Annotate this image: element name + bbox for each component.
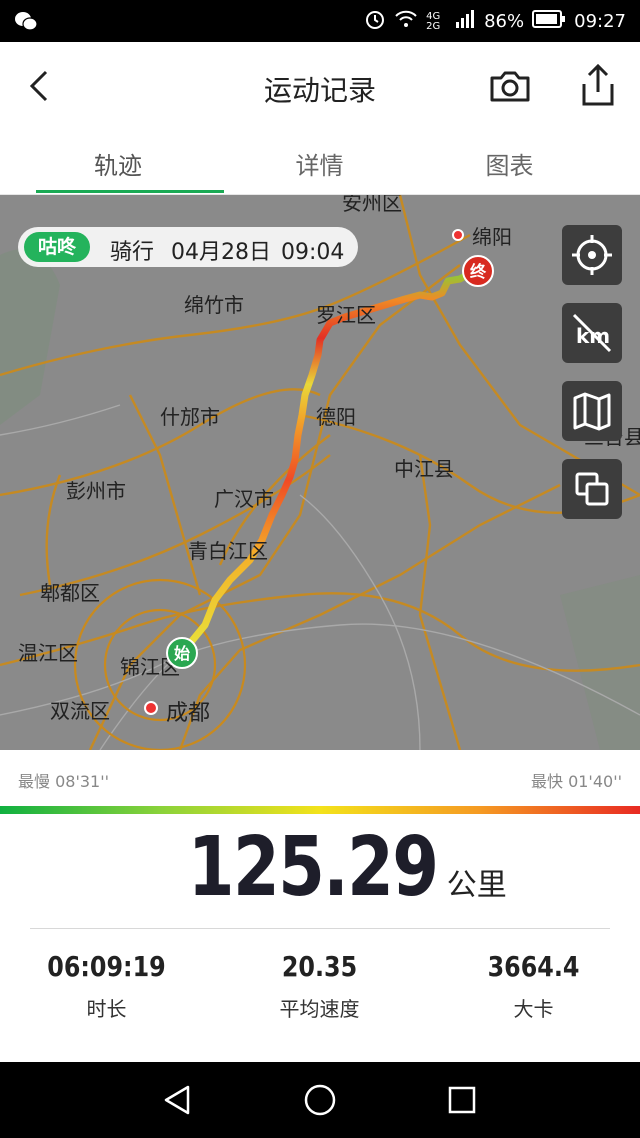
km-toggle-button[interactable]: km — [562, 303, 622, 363]
route-end-marker: 终 — [462, 255, 494, 287]
stat-value: 3664.4 — [487, 950, 580, 983]
map-style-icon — [573, 392, 611, 431]
layers-icon — [575, 472, 609, 506]
map-canvas — [0, 195, 640, 750]
map-label: 郫都区 — [40, 581, 100, 605]
map-label: 安州区 — [342, 195, 402, 215]
tab-charts[interactable]: 图表 — [403, 146, 616, 181]
wifi-icon — [394, 9, 418, 34]
activity-info-pill: 咕咚 骑行 04月28日 09:04 — [18, 227, 358, 267]
clock: 09:27 — [574, 11, 626, 32]
stat-label: 时长 — [86, 997, 127, 1021]
stat-label: 平均速度 — [279, 997, 360, 1021]
status-bar: 4G 2G 86% 09:27 — [0, 0, 640, 42]
stat-duration: 06:09:19 时长 — [0, 950, 213, 1022]
nav-recents-button[interactable] — [444, 1082, 480, 1118]
stat-value: 06:09:19 — [47, 950, 166, 983]
map-label: 彭州市 — [66, 479, 126, 503]
activity-date: 04月28日 — [171, 240, 272, 265]
camera-icon — [490, 71, 530, 102]
stat-avg-speed: 20.35 平均速度 — [213, 950, 426, 1022]
signal-icon — [456, 10, 476, 33]
locate-icon — [572, 235, 612, 275]
tab-details[interactable]: 详情 — [213, 146, 426, 181]
map-label: 德阳 — [316, 405, 356, 429]
map-label: 双流区 — [50, 699, 110, 723]
locate-button[interactable] — [562, 225, 622, 285]
activity-time: 09:04 — [281, 240, 345, 265]
nav-back-button[interactable] — [160, 1082, 196, 1118]
tab-track[interactable]: 轨迹 — [24, 146, 212, 181]
share-icon — [582, 63, 614, 106]
city-dot-mianyang — [452, 229, 464, 241]
slowest-pace: 最慢 08'31'' — [18, 772, 110, 791]
map-style-button[interactable] — [562, 381, 622, 441]
app-tag: 咕咚 — [24, 232, 91, 262]
camera-button[interactable] — [488, 64, 532, 108]
battery-percent: 86% — [484, 11, 525, 32]
battery-icon — [532, 10, 566, 33]
route-start-marker: 始 — [166, 637, 198, 669]
stat-label: 大卡 — [513, 997, 554, 1021]
tab-bar: 轨迹 详情 图表 — [0, 130, 640, 195]
stats-row: 06:09:19 时长 20.35 平均速度 3664.4 大卡 — [0, 950, 640, 1060]
map-label: 罗江区 — [316, 303, 376, 327]
wechat-icon — [14, 10, 38, 36]
distance-value: 125.29 — [188, 820, 439, 915]
map-label: 青白江区 — [188, 539, 268, 563]
layers-button[interactable] — [562, 459, 622, 519]
map-label: 中江县 — [394, 457, 454, 481]
map-label: 绵阳 — [472, 225, 512, 249]
circle-home-icon — [304, 1084, 336, 1116]
distance-unit: 公里 — [446, 868, 507, 903]
map-label: 绵竹市 — [184, 293, 244, 317]
km-off-icon: km — [572, 313, 612, 353]
nav-home-button[interactable] — [302, 1082, 338, 1118]
stat-value: 20.35 — [281, 950, 358, 983]
page-title: 运动记录 — [263, 74, 376, 107]
distance-summary: 125.29 公里 — [0, 820, 640, 925]
stat-calories: 3664.4 大卡 — [427, 950, 640, 1022]
activity-type: 骑行 — [110, 240, 155, 265]
fastest-pace: 最快 01'40'' — [530, 772, 622, 791]
triangle-back-icon — [164, 1085, 190, 1115]
map-label: 什邡市 — [160, 405, 220, 429]
map-label: 成都 — [166, 701, 211, 726]
map-label: 广汉市 — [214, 487, 274, 511]
system-nav-bar — [0, 1062, 640, 1138]
divider — [30, 928, 610, 929]
app-header: 运动记录 — [0, 42, 640, 130]
speed-legend: 最慢 08'31'' 最快 01'40'' — [0, 750, 640, 806]
speed-gradient-bar — [0, 806, 640, 814]
map-label: 温江区 — [18, 641, 78, 665]
active-tab-indicator — [36, 190, 224, 193]
route-map[interactable]: 安州区 绵阳 绵竹市 罗江区 什邡市 德阳 中江县 三台县 彭州市 广汉市 青白… — [0, 195, 640, 750]
network-type: 4G 2G — [426, 10, 441, 32]
square-recents-icon — [448, 1086, 476, 1114]
activity-info: 骑行 04月28日 09:04 — [110, 234, 354, 266]
city-dot-chengdu — [144, 701, 158, 715]
alarm-icon — [364, 8, 386, 35]
share-button[interactable] — [578, 62, 618, 108]
